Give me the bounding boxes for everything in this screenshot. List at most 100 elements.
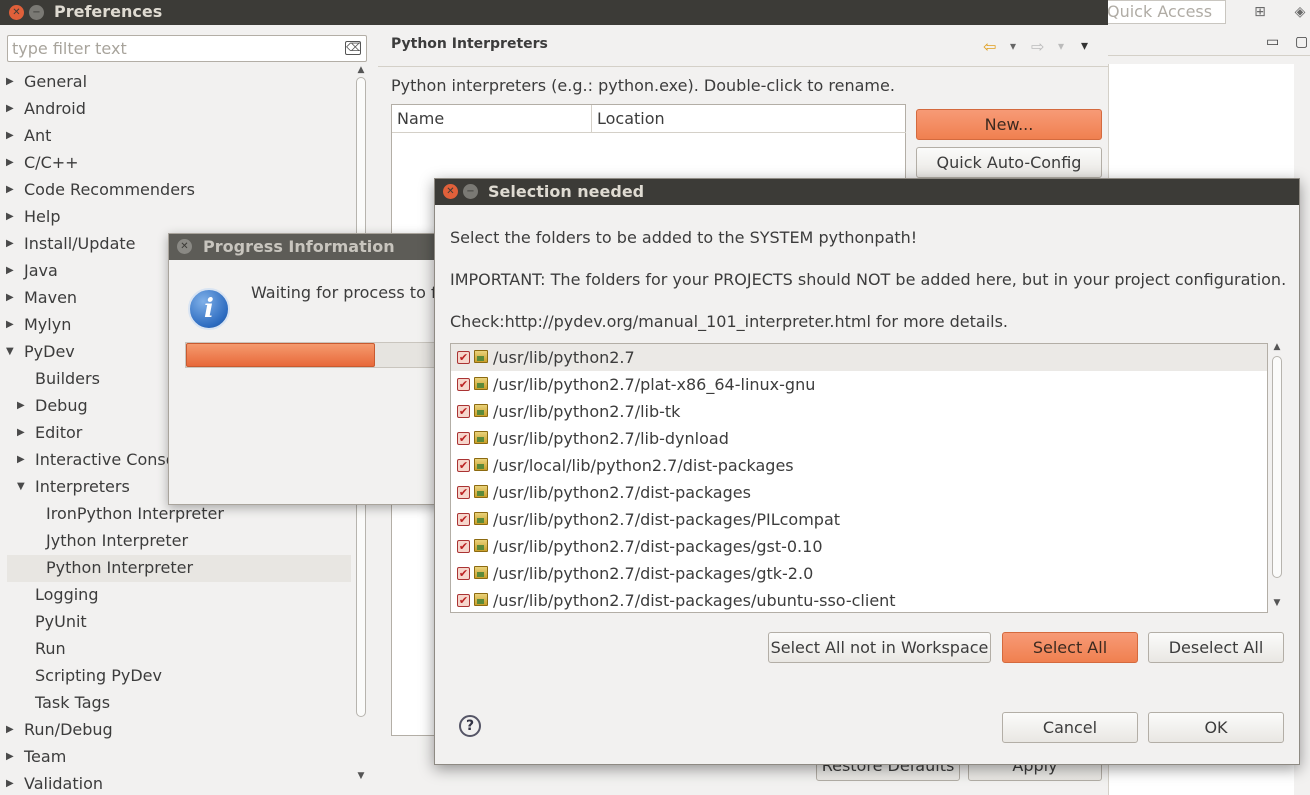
tree-item-label: Debug xyxy=(35,396,88,415)
expand-arrow-icon[interactable]: ▶ xyxy=(6,69,14,94)
tree-item[interactable]: ▶ Run/Debug xyxy=(0,717,352,744)
maximize-icon[interactable]: ▢ xyxy=(1295,34,1308,50)
ok-button[interactable]: OK xyxy=(1148,712,1284,743)
tree-item[interactable]: ▶ Code Recommenders xyxy=(0,177,352,204)
progress-close-icon[interactable]: ✕ xyxy=(177,239,192,254)
expand-arrow-icon[interactable]: ▶ xyxy=(6,771,14,795)
folder-checkbox[interactable]: ✔ xyxy=(457,432,470,445)
tree-item[interactable]: PyUnit xyxy=(0,609,352,636)
minimize-icon[interactable]: ▭ xyxy=(1266,34,1279,50)
tree-item[interactable]: ▶ Help xyxy=(0,204,352,231)
folder-row[interactable]: ✔ /usr/lib/python2.7 xyxy=(451,344,1267,371)
progress-dialog: ✕ Progress Information i Waiting for pro… xyxy=(168,233,468,505)
expand-arrow-icon[interactable]: ▶ xyxy=(17,420,25,445)
expand-arrow-icon[interactable]: ▶ xyxy=(6,96,14,121)
select-all-button[interactable]: Select All xyxy=(1002,632,1138,663)
progress-bar xyxy=(185,342,467,368)
folder-row[interactable]: ✔ /usr/lib/python2.7/dist-packages/gtk-2.… xyxy=(451,560,1267,587)
tree-item[interactable]: ▶ Team xyxy=(0,744,352,771)
folder-row[interactable]: ✔ /usr/lib/python2.7/dist-packages/ubuntu… xyxy=(451,587,1267,612)
dialog-close-icon[interactable]: ✕ xyxy=(443,184,458,199)
folder-row[interactable]: ✔ /usr/lib/python2.7/dist-packages/PILcom… xyxy=(451,506,1267,533)
folder-row[interactable]: ✔ /usr/lib/python2.7/lib-dynload xyxy=(451,425,1267,452)
expand-arrow-icon[interactable]: ▶ xyxy=(6,717,14,742)
folder-row[interactable]: ✔ /usr/lib/python2.7/plat-x86_64-linux-gn… xyxy=(451,371,1267,398)
folder-checkbox[interactable]: ✔ xyxy=(457,594,470,607)
tree-item[interactable]: Python Interpreter xyxy=(7,555,351,582)
expand-arrow-icon[interactable]: ▶ xyxy=(6,204,14,229)
tree-item[interactable]: ▶ C/C++ xyxy=(0,150,352,177)
expand-arrow-icon[interactable]: ▶ xyxy=(17,447,25,472)
list-scroll-down-icon[interactable]: ▼ xyxy=(1271,598,1283,608)
tree-item-label: Help xyxy=(24,207,61,226)
tree-item[interactable]: Logging xyxy=(0,582,352,609)
expand-arrow-icon[interactable]: ▶ xyxy=(6,312,14,337)
expand-arrow-icon[interactable]: ▶ xyxy=(6,150,14,175)
deselect-all-button[interactable]: Deselect All xyxy=(1148,632,1284,663)
dialog-minimize-icon[interactable]: − xyxy=(463,184,478,199)
collapse-arrow-icon[interactable]: ▼ xyxy=(6,339,14,364)
folder-list-scroll-thumb[interactable] xyxy=(1272,356,1282,578)
folder-row[interactable]: ✔ /usr/local/lib/python2.7/dist-packages xyxy=(451,452,1267,479)
list-scroll-up-icon[interactable]: ▲ xyxy=(1271,342,1283,352)
folder-row[interactable]: ✔ /usr/lib/python2.7/dist-packages/gst-0.… xyxy=(451,533,1267,560)
folder-checkbox[interactable]: ✔ xyxy=(457,405,470,418)
tree-item[interactable]: ▶ Validation xyxy=(0,771,352,795)
tree-item-label: PyUnit xyxy=(35,612,87,631)
folder-list-scrollbar[interactable]: ▲ ▼ xyxy=(1271,342,1283,614)
folder-checkbox[interactable]: ✔ xyxy=(457,540,470,553)
folder-checkbox[interactable]: ✔ xyxy=(457,513,470,526)
folder-checkbox[interactable]: ✔ xyxy=(457,459,470,472)
forward-arrow-icon[interactable]: ⇨ xyxy=(1031,37,1044,56)
folder-list[interactable]: ✔ /usr/lib/python2.7 ✔ /usr/lib/python2.7/p… xyxy=(450,343,1268,613)
column-header-location[interactable]: Location xyxy=(592,105,906,133)
expand-arrow-icon[interactable]: ▶ xyxy=(6,231,14,256)
selection-titlebar: ✕ − Selection needed xyxy=(435,179,1299,205)
folder-path: /usr/lib/python2.7/dist-packages/ubuntu-… xyxy=(493,591,896,610)
folder-row[interactable]: ✔ /usr/lib/python2.7/dist-packages xyxy=(451,479,1267,506)
collapse-arrow-icon[interactable]: ▼ xyxy=(17,474,25,499)
clear-filter-icon[interactable]: ⌫ xyxy=(345,41,362,55)
folder-row[interactable]: ✔ /usr/lib/python2.7/lib-tk xyxy=(451,398,1267,425)
folder-checkbox[interactable]: ✔ xyxy=(457,351,470,364)
tree-item-label: Install/Update xyxy=(24,234,136,253)
expand-arrow-icon[interactable]: ▶ xyxy=(17,393,25,418)
scroll-up-icon[interactable]: ▲ xyxy=(355,65,367,75)
minimize-window-icon[interactable]: − xyxy=(29,5,44,20)
tree-item[interactable]: ▶ Ant xyxy=(0,123,352,150)
expand-arrow-icon[interactable]: ▶ xyxy=(6,285,14,310)
folder-path: /usr/lib/python2.7/dist-packages/gst-0.1… xyxy=(493,537,823,556)
tree-item[interactable]: ▶ General xyxy=(0,69,352,96)
tree-item-label: Android xyxy=(24,99,86,118)
expand-arrow-icon[interactable]: ▶ xyxy=(6,177,14,202)
select-all-not-in-workspace-button[interactable]: Select All not in Workspace xyxy=(768,632,991,663)
tree-item[interactable]: ▶ Android xyxy=(0,96,352,123)
new-interpreter-button[interactable]: New... xyxy=(916,109,1102,140)
tree-item[interactable]: Scripting PyDev xyxy=(0,663,352,690)
tree-item[interactable]: Task Tags xyxy=(0,690,352,717)
folder-checkbox[interactable]: ✔ xyxy=(457,378,470,391)
perspective-icon[interactable]: ◈ xyxy=(1290,2,1310,22)
expand-arrow-icon[interactable]: ▶ xyxy=(6,123,14,148)
back-arrow-icon[interactable]: ⇦ xyxy=(983,37,996,56)
open-perspective-icon[interactable]: ⊞ xyxy=(1250,2,1270,22)
close-icon[interactable]: ✕ xyxy=(9,5,24,20)
tree-item[interactable]: IronPython Interpreter xyxy=(0,501,352,528)
quick-access-field[interactable]: Quick Access xyxy=(1100,0,1226,24)
expand-arrow-icon[interactable]: ▶ xyxy=(6,744,14,769)
filter-input[interactable] xyxy=(7,35,367,62)
scroll-down-icon[interactable]: ▼ xyxy=(355,771,367,781)
tree-item[interactable]: Run xyxy=(0,636,352,663)
interpreters-description: Python interpreters (e.g.: python.exe). … xyxy=(391,76,895,95)
folder-checkbox[interactable]: ✔ xyxy=(457,567,470,580)
cancel-button[interactable]: Cancel xyxy=(1002,712,1138,743)
quick-auto-config-button[interactable]: Quick Auto-Config xyxy=(916,147,1102,178)
column-header-name[interactable]: Name xyxy=(392,105,592,133)
view-menu-icon[interactable]: ▾ xyxy=(1081,38,1088,54)
tree-item[interactable]: Jython Interpreter xyxy=(0,528,352,555)
folder-checkbox[interactable]: ✔ xyxy=(457,486,470,499)
expand-arrow-icon[interactable]: ▶ xyxy=(6,258,14,283)
help-icon[interactable]: ? xyxy=(459,715,481,737)
back-dropdown-icon[interactable]: ▾ xyxy=(1010,39,1016,53)
forward-dropdown-icon[interactable]: ▾ xyxy=(1058,39,1064,53)
